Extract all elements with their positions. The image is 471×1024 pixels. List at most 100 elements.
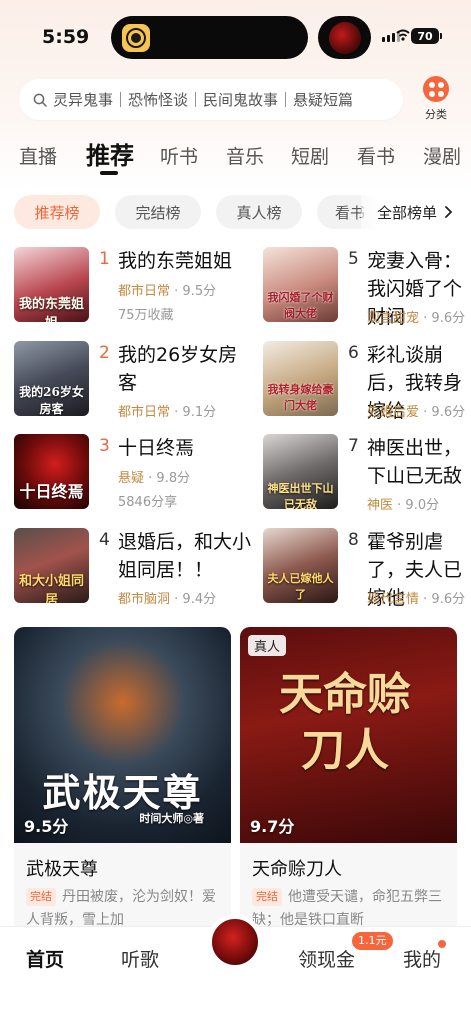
tab-reading[interactable]: 看书 — [357, 142, 395, 169]
tab-recommend[interactable]: 推荐 — [86, 136, 134, 171]
book-score: 9.6分 — [431, 592, 466, 606]
rank-item-7[interactable]: 神医出世下山已无敌 7 神医出世，下山已无敌 神医 · 9.0分 — [263, 434, 471, 512]
rank-number: 5 — [348, 249, 359, 269]
nav-home[interactable]: 首页 — [26, 945, 64, 972]
book-genre: 现代言情 — [367, 592, 420, 606]
book-genre: 都市脑洞 — [118, 592, 171, 607]
rank-number: 3 — [99, 436, 110, 456]
chip-real-voice-rank[interactable]: 真人榜 — [216, 195, 302, 229]
dynamic-island[interactable] — [111, 16, 308, 59]
nav-earn-cash[interactable]: 领现金 — [298, 945, 355, 972]
book-score: 9.8分 — [156, 471, 191, 486]
rank-item-3[interactable]: 十日终焉 3 十日终焉 悬疑 · 9.8分 5846分享 — [14, 434, 254, 512]
rank-item-1[interactable]: 我的东莞姐姐 1 我的东莞姐姐 都市日常 · 9.5分 75万收藏 — [14, 247, 254, 325]
feature-card-1[interactable]: 武极天尊 时间大师◎著 9.5分 武极天尊 完结 丹田被废，沦为剑奴！爱人背叛，雪… — [14, 627, 231, 937]
search-placeholder: 灵异鬼事｜恐怖怪谈｜民间鬼故事｜悬疑短篇 — [53, 91, 354, 109]
book-meta: 现言甜宠 · 9.6分 — [367, 311, 466, 325]
book-stat: 5846分享 — [118, 495, 178, 510]
feature-score: 9.5分 — [24, 817, 69, 836]
nav-me[interactable]: 我的 — [403, 945, 441, 972]
status-bar: 5:59 70 — [0, 0, 471, 70]
feature-card-2[interactable]: 天命赊刀人 真人 9.7分 天命赊刀人 完结 他遭受天谴，命犯五弊三缺；他是铁口直… — [240, 627, 457, 937]
nav-listen-songs[interactable]: 听歌 — [121, 945, 159, 972]
channel-tabs: 直播 推荐 听书 音乐 短剧 看书 漫剧 — [0, 136, 471, 176]
book-cover: 我的东莞姐姐 — [14, 247, 89, 322]
book-cover: 我闪婚了个财阀大佬 — [263, 247, 338, 322]
rank-item-2[interactable]: 我的26岁女房客 2 我的26岁女房客 都市日常 · 9.1分 — [14, 341, 254, 420]
category-button[interactable]: 分类 — [416, 76, 456, 122]
cash-badge: 1.1元 — [352, 932, 393, 950]
book-cover: 和大小姐同居 — [14, 528, 89, 603]
book-score: 9.6分 — [431, 405, 466, 419]
battery-indicator: 70 — [411, 28, 442, 44]
book-genre: 现言甜宠 — [367, 311, 420, 325]
cover-title: 我转身嫁给豪门大佬 — [267, 383, 334, 412]
search-icon — [33, 93, 47, 107]
now-playing-cover-icon[interactable] — [318, 16, 371, 59]
book-meta: 神医 · 9.0分 — [367, 498, 440, 512]
feature-cover-title: 天命赊刀人 — [279, 669, 411, 776]
book-score: 9.4分 — [182, 592, 217, 607]
tab-comic-drama[interactable]: 漫剧 — [423, 142, 461, 169]
feature-cover: 天命赊刀人 真人 9.7分 — [240, 627, 457, 843]
book-genre: 都市日常 — [118, 405, 171, 420]
book-cover: 十日终焉 — [14, 434, 89, 509]
now-playing-disc-icon — [210, 917, 260, 967]
book-score: 9.5分 — [182, 284, 217, 299]
feature-cover-title: 武极天尊 — [42, 770, 203, 815]
rank-item-8[interactable]: 夫人已嫁他人了 8 霍爷别虐了，夫人已嫁他 现代言情 · 9.6分 — [263, 528, 471, 606]
feature-cover-author: 时间大师◎著 — [139, 812, 204, 825]
search-bar[interactable]: 灵异鬼事｜恐怖怪谈｜民间鬼故事｜悬疑短篇 — [19, 79, 403, 120]
book-score: 9.6分 — [431, 311, 466, 325]
category-label: 分类 — [425, 108, 447, 121]
cover-title: 我闪婚了个财阀大佬 — [267, 291, 334, 320]
all-rankings-label: 全部榜单 — [377, 203, 438, 222]
cover-title: 夫人已嫁他人了 — [267, 572, 334, 601]
real-voice-badge: 真人 — [248, 635, 287, 656]
tab-live[interactable]: 直播 — [19, 142, 57, 169]
tab-short-drama[interactable]: 短剧 — [291, 142, 329, 169]
book-meta: 都市日常 · 9.1分 — [118, 405, 217, 420]
now-playing-disc-button[interactable] — [207, 914, 263, 970]
now-playing-app-icon — [122, 24, 150, 52]
chip-recommend-rank[interactable]: 推荐榜 — [14, 195, 100, 229]
book-meta: 都市日常 · 9.5分 — [118, 284, 217, 299]
rank-item-4[interactable]: 和大小姐同居 4 退婚后，和大小姐同居！！ 都市脑洞 · 9.4分 — [14, 528, 254, 607]
cover-title: 我的东莞姐姐 — [18, 297, 84, 322]
cover-title: 和大小姐同居 — [18, 574, 84, 603]
completed-tag: 完结 — [26, 888, 56, 906]
book-meta: 都市脑洞 · 9.4分 — [118, 592, 217, 607]
feature-title: 武极天尊 — [26, 859, 98, 880]
feature-title: 天命赊刀人 — [252, 859, 342, 880]
notification-dot — [438, 940, 446, 948]
book-genre: 先婚后爱 — [367, 405, 420, 419]
rank-item-6[interactable]: 我转身嫁给豪门大佬 6 彩礼谈崩后，我转身嫁给 先婚后爱 · 9.6分 — [263, 341, 471, 419]
rank-number: 2 — [99, 343, 110, 363]
book-meta: 现代言情 · 9.6分 — [367, 592, 466, 606]
tab-audiobooks[interactable]: 听书 — [160, 142, 198, 169]
book-title: 十日终焉 — [118, 437, 195, 459]
status-time: 5:59 — [42, 26, 90, 48]
active-tab-indicator — [100, 171, 118, 175]
rank-number: 8 — [348, 530, 359, 550]
feature-cover: 武极天尊 时间大师◎著 9.5分 — [14, 627, 231, 843]
ranking-chips: 推荐榜 完结榜 真人榜 看书 全部榜单 — [0, 195, 471, 229]
tab-music[interactable]: 音乐 — [226, 142, 264, 169]
wifi-icon — [396, 29, 410, 41]
cover-title: 神医出世下山已无敌 — [267, 482, 334, 509]
cover-title: 我的26岁女房客 — [19, 385, 84, 416]
book-meta: 悬疑 · 9.8分 — [118, 471, 191, 486]
feature-score: 9.7分 — [250, 817, 295, 836]
all-rankings-link[interactable]: 全部榜单 — [361, 195, 471, 229]
chevron-right-icon — [445, 206, 453, 218]
book-cover: 夫人已嫁他人了 — [263, 528, 338, 603]
rank-number: 7 — [348, 436, 359, 456]
book-cover: 我转身嫁给豪门大佬 — [263, 341, 338, 416]
book-meta: 先婚后爱 · 9.6分 — [367, 405, 466, 419]
book-title: 神医出世，下山已无敌 — [367, 437, 463, 487]
cover-title: 十日终焉 — [19, 482, 84, 501]
chip-completed-rank[interactable]: 完结榜 — [115, 195, 201, 229]
book-cover: 神医出世下山已无敌 — [263, 434, 338, 509]
rank-item-5[interactable]: 我闪婚了个财阀大佬 5 宠妻入骨：我闪婚了个财阀 现言甜宠 · 9.6分 — [263, 247, 471, 325]
book-title: 退婚后，和大小姐同居！！ — [118, 531, 252, 581]
